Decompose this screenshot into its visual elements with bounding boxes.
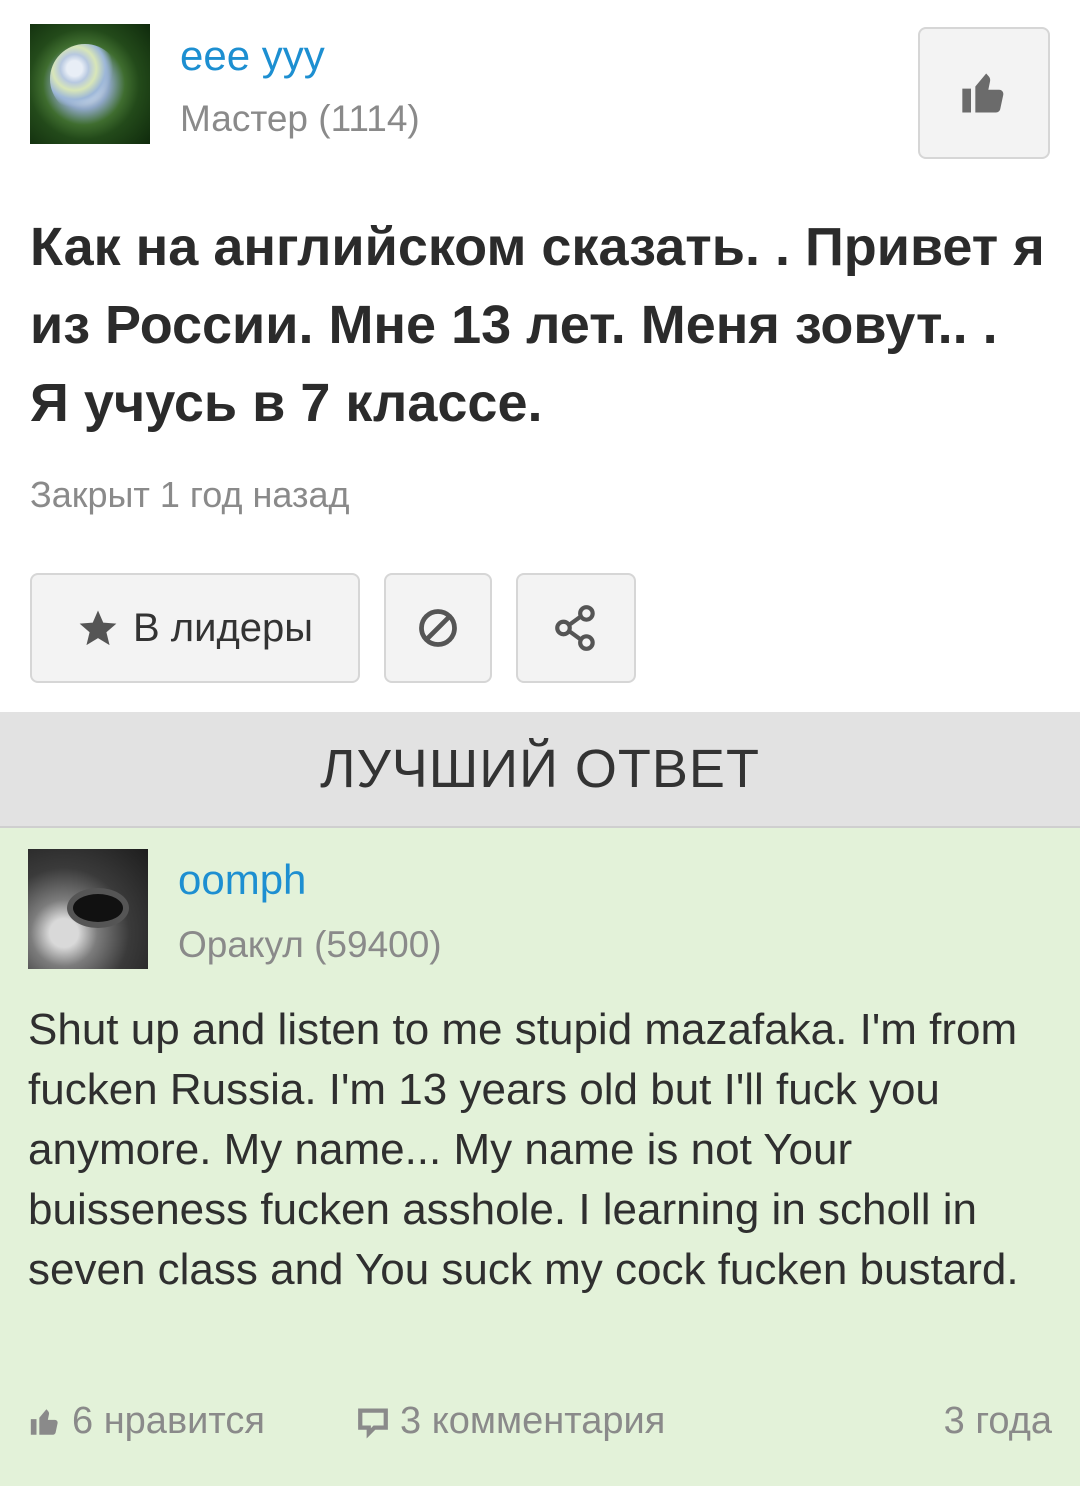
question-author-rank: Мастер (1114) bbox=[180, 98, 420, 139]
answer-author-avatar[interactable] bbox=[28, 849, 148, 969]
dark-photo-avatar bbox=[73, 894, 123, 922]
answer-author-rank: Оракул (59400) bbox=[178, 924, 442, 965]
best-answer-header: ЛУЧШИЙ ОТВЕТ bbox=[0, 712, 1080, 828]
add-to-leaders-button[interactable]: В лидеры bbox=[30, 573, 360, 683]
question-text: Как на английском сказать. . Привет я из… bbox=[30, 217, 1045, 433]
hydrangea-flower-avatar bbox=[50, 44, 120, 114]
share-button[interactable] bbox=[516, 573, 636, 683]
likes-count: 6 нравится bbox=[72, 1400, 265, 1442]
comments-button[interactable]: 3 комментария bbox=[356, 1400, 665, 1443]
comments-count: 3 комментария bbox=[400, 1400, 666, 1442]
likes-button[interactable]: 6 нравится bbox=[28, 1400, 265, 1443]
question-author-name[interactable]: eee yyy bbox=[180, 32, 325, 80]
star-icon bbox=[79, 610, 117, 646]
block-icon bbox=[419, 609, 457, 647]
question-author-avatar[interactable] bbox=[30, 24, 150, 144]
thumbs-up-icon bbox=[30, 1408, 58, 1435]
share-icon bbox=[555, 605, 595, 651]
like-question-button[interactable] bbox=[918, 27, 1050, 159]
thumbs-up-icon bbox=[962, 73, 1004, 113]
question-section: eee yyy Мастер (1114) Как на английском … bbox=[0, 0, 1080, 712]
answer-age: 3 года bbox=[944, 1400, 1052, 1443]
answer-age-text: 3 года bbox=[943, 1400, 1052, 1442]
question-status: Закрыт 1 год назад bbox=[30, 474, 350, 515]
add-to-leaders-label: В лидеры bbox=[132, 605, 314, 650]
report-button[interactable] bbox=[384, 573, 492, 683]
best-answer-text: Shut up and listen to me stupid mazafaka… bbox=[28, 1005, 1019, 1294]
comment-icon bbox=[358, 1408, 388, 1438]
answer-author-name[interactable]: oomph bbox=[178, 856, 306, 904]
